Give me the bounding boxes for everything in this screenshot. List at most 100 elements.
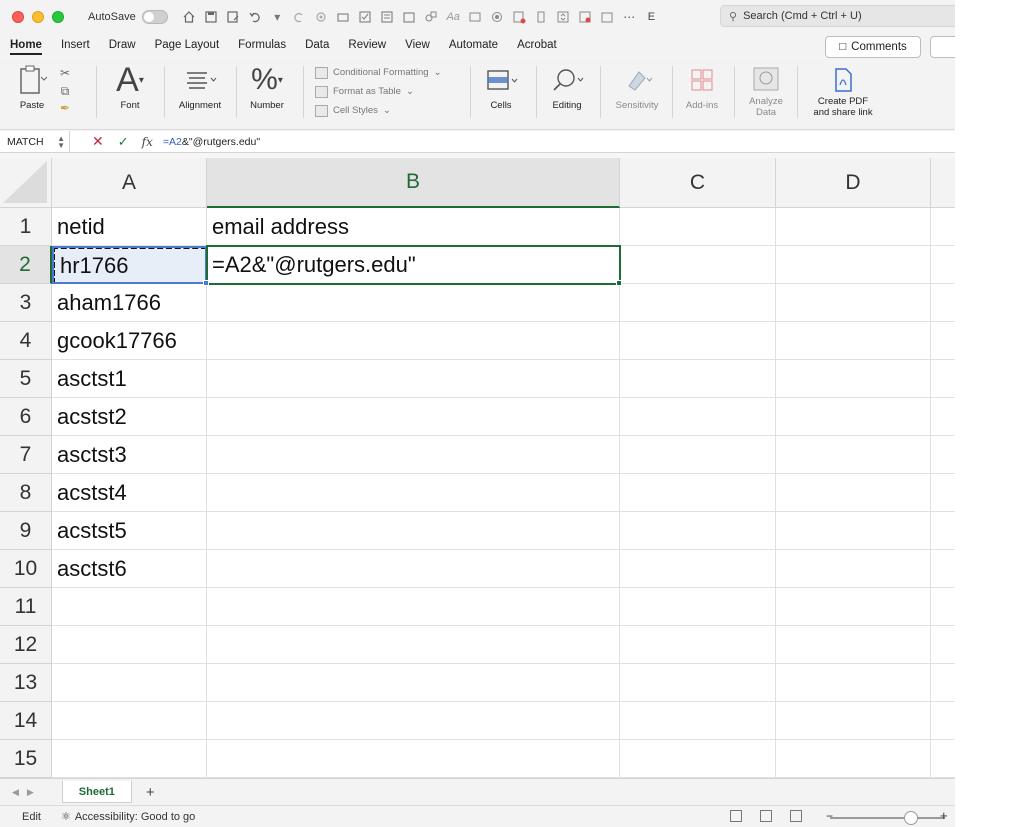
- cell-a7[interactable]: asctst3: [52, 436, 207, 474]
- cell-d6[interactable]: [776, 398, 931, 436]
- cell-d9[interactable]: [776, 512, 931, 550]
- fill-handle-b2[interactable]: [616, 280, 622, 286]
- cell-a1[interactable]: netid: [52, 208, 207, 246]
- cell-overflow-4[interactable]: [931, 322, 955, 360]
- cell-overflow-11[interactable]: [931, 588, 955, 626]
- row-header-6[interactable]: 6: [0, 398, 52, 436]
- row-header-2[interactable]: 2: [0, 246, 52, 284]
- row-header-11[interactable]: 11: [0, 588, 52, 626]
- cell-a10[interactable]: asctst6: [52, 550, 207, 588]
- close-window-button[interactable]: [12, 10, 24, 23]
- cell-d5[interactable]: [776, 360, 931, 398]
- tab-formulas[interactable]: Formulas: [238, 35, 286, 55]
- list-icon[interactable]: [578, 9, 593, 24]
- cell-d3[interactable]: [776, 284, 931, 322]
- cancel-formula-icon[interactable]: ✕: [92, 133, 104, 150]
- sheet-nav-arrows-icon[interactable]: ◀▶: [12, 787, 42, 798]
- cell-a15[interactable]: [52, 740, 207, 778]
- home-icon[interactable]: [182, 9, 197, 24]
- cell-d2[interactable]: [776, 246, 931, 284]
- cell-c15[interactable]: [620, 740, 776, 778]
- row-header-10[interactable]: 10: [0, 550, 52, 588]
- cell-c4[interactable]: [620, 322, 776, 360]
- tab-acrobat[interactable]: Acrobat: [517, 35, 557, 55]
- cell-overflow-10[interactable]: [931, 550, 955, 588]
- tab-view[interactable]: View: [405, 35, 430, 55]
- row-header-8[interactable]: 8: [0, 474, 52, 512]
- cells-button[interactable]: Cells: [478, 62, 524, 111]
- search-input[interactable]: ⚲ Search (Cmd + Ctrl + U): [720, 5, 955, 27]
- cell-b2[interactable]: =A2&"@rutgers.edu": [206, 245, 621, 285]
- zoom-out-icon[interactable]: −: [826, 809, 833, 823]
- share-button[interactable]: [930, 36, 955, 58]
- cell-b3[interactable]: [207, 284, 620, 322]
- scroll-icon[interactable]: [600, 9, 615, 24]
- cell-a8[interactable]: acstst4: [52, 474, 207, 512]
- cell-a12[interactable]: [52, 626, 207, 664]
- row-header-3[interactable]: 3: [0, 284, 52, 322]
- gear-icon[interactable]: [314, 9, 329, 24]
- cell-overflow-15[interactable]: [931, 740, 955, 778]
- cell-a11[interactable]: [52, 588, 207, 626]
- autosave-toggle[interactable]: [141, 9, 168, 24]
- cell-a9[interactable]: acstst5: [52, 512, 207, 550]
- conditional-formatting-button[interactable]: Conditional Formatting ⌄: [315, 65, 442, 80]
- combo-icon[interactable]: [556, 9, 571, 24]
- column-header-b[interactable]: B: [207, 158, 620, 208]
- row-header-13[interactable]: 13: [0, 664, 52, 702]
- calendar-icon[interactable]: [402, 9, 417, 24]
- checkbox-icon[interactable]: [358, 9, 373, 24]
- format-painter-icon[interactable]: ✒: [60, 101, 70, 115]
- zoom-knob[interactable]: [904, 811, 918, 825]
- save-as-icon[interactable]: [226, 9, 241, 24]
- cell-a6[interactable]: acstst2: [52, 398, 207, 436]
- cell-a3[interactable]: aham1766: [52, 284, 207, 322]
- zoom-window-button[interactable]: [52, 10, 64, 23]
- cell-b11[interactable]: [207, 588, 620, 626]
- row-header-15[interactable]: 15: [0, 740, 52, 778]
- name-box-stepper-icon[interactable]: ▲ ▼: [57, 134, 65, 149]
- cell-a14[interactable]: [52, 702, 207, 740]
- cell-b5[interactable]: [207, 360, 620, 398]
- row-header-12[interactable]: 12: [0, 626, 52, 664]
- save-icon[interactable]: [204, 9, 219, 24]
- tab-automate[interactable]: Automate: [449, 35, 498, 55]
- scissors-icon[interactable]: ✂: [60, 66, 70, 80]
- shapes-icon[interactable]: [424, 9, 439, 24]
- alignment-button[interactable]: Alignment: [174, 62, 226, 111]
- cell-overflow-8[interactable]: [931, 474, 955, 512]
- cell-d15[interactable]: [776, 740, 931, 778]
- clear-format-icon[interactable]: [512, 9, 527, 24]
- cell-d4[interactable]: [776, 322, 931, 360]
- radio-icon[interactable]: [490, 9, 505, 24]
- cell-c1[interactable]: [620, 208, 776, 246]
- accessibility-status[interactable]: ⚛ Accessibility: Good to go: [61, 810, 195, 824]
- column-header-c[interactable]: C: [620, 158, 776, 208]
- cell-b6[interactable]: [207, 398, 620, 436]
- text-box-icon[interactable]: [468, 9, 483, 24]
- cell-a2[interactable]: hr1766: [52, 246, 207, 284]
- copy-icon[interactable]: ⧉: [61, 84, 70, 99]
- editing-button[interactable]: Editing: [544, 62, 590, 111]
- cell-c14[interactable]: [620, 702, 776, 740]
- cell-b7[interactable]: [207, 436, 620, 474]
- row-header-7[interactable]: 7: [0, 436, 52, 474]
- cell-b15[interactable]: [207, 740, 620, 778]
- add-ins-button[interactable]: Add-ins: [678, 62, 726, 111]
- row-header-14[interactable]: 14: [0, 702, 52, 740]
- select-all-corner[interactable]: [0, 158, 52, 208]
- cell-c10[interactable]: [620, 550, 776, 588]
- spin-icon[interactable]: [534, 9, 549, 24]
- cell-styles-button[interactable]: Cell Styles ⌄: [315, 103, 442, 118]
- enter-formula-icon[interactable]: ✓: [118, 134, 129, 150]
- cell-d1[interactable]: [776, 208, 931, 246]
- cell-d7[interactable]: [776, 436, 931, 474]
- cell-c3[interactable]: [620, 284, 776, 322]
- tab-review[interactable]: Review: [348, 35, 386, 55]
- cell-b8[interactable]: [207, 474, 620, 512]
- cell-b10[interactable]: [207, 550, 620, 588]
- cell-c9[interactable]: [620, 512, 776, 550]
- tab-data[interactable]: Data: [305, 35, 329, 55]
- sensitivity-button[interactable]: Sensitivity: [610, 62, 664, 111]
- chevron-down-icon[interactable]: ▾: [270, 9, 285, 24]
